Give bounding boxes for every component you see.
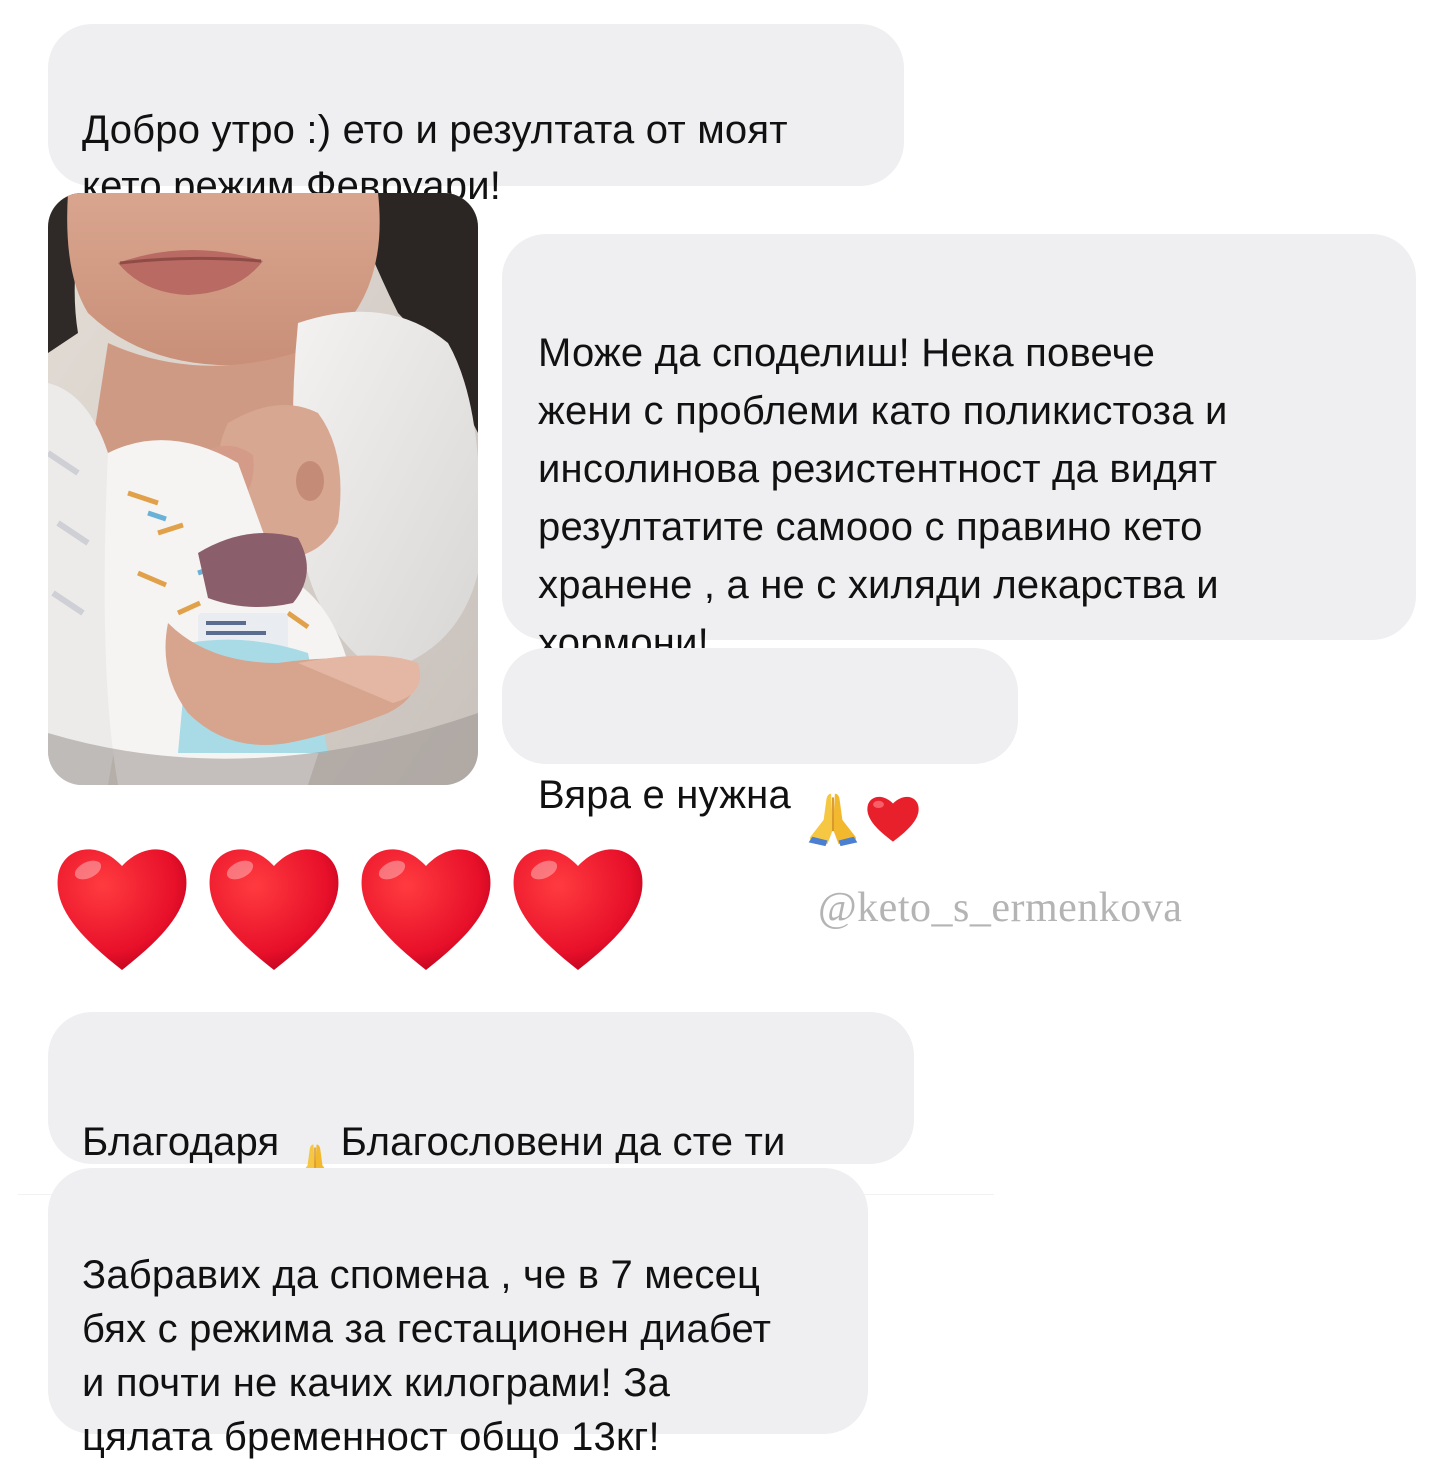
hearts-reaction-message[interactable] xyxy=(52,836,652,976)
message-text: Забравих да спомена , че в 7 месец бях с… xyxy=(82,1253,772,1459)
message-bubble-faith[interactable]: Вяра е нужна xyxy=(502,648,1018,847)
message-text-part1: Благодаря xyxy=(82,1120,291,1165)
message-text: Вяра е нужна xyxy=(538,773,803,818)
folded-hands-icon xyxy=(802,732,864,863)
message-bubble-thanks[interactable]: Благодаря Благословени да сте ти и цялот… xyxy=(48,1012,914,1249)
red-heart-icon xyxy=(864,734,922,861)
red-heart-icon xyxy=(209,849,339,970)
message-bubble-morning[interactable]: Добро утро :) ето и резултата от моят ке… xyxy=(48,24,904,208)
message-text: Може да споделиш! Нека повече жени с про… xyxy=(538,331,1228,665)
photo-attachment-mother-newborn[interactable] xyxy=(48,193,478,785)
red-heart-icon xyxy=(361,849,491,970)
newborn-photo xyxy=(48,193,478,785)
red-heart-icon xyxy=(57,849,187,970)
watermark-handle: @keto_s_ermenkova xyxy=(818,885,1183,931)
red-heart-icon xyxy=(513,849,643,970)
message-bubble-share-request[interactable]: Може да споделиш! Нека повече жени с про… xyxy=(502,234,1416,665)
message-bubble-pregnancy-update[interactable]: Забравих да спомена , че в 7 месец бях с… xyxy=(48,1168,868,1459)
